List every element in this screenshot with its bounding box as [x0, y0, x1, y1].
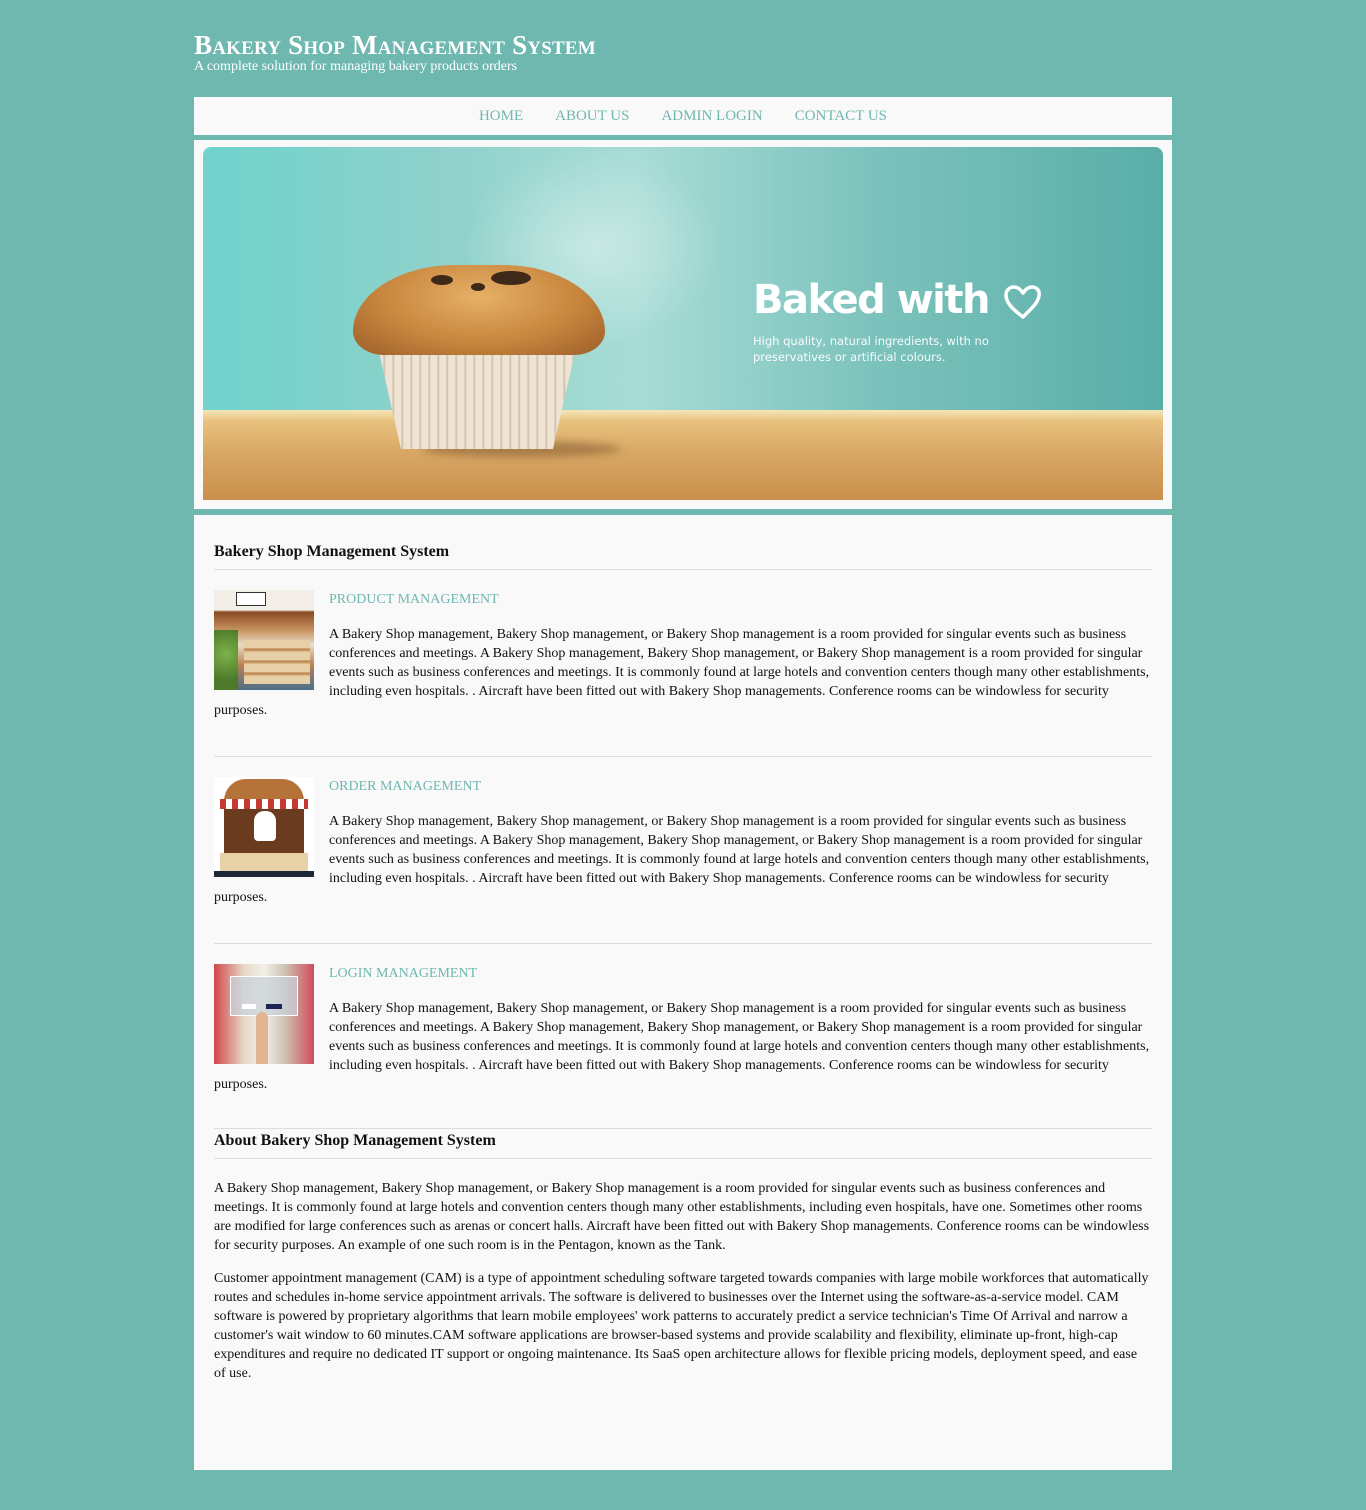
stall-roof — [224, 779, 304, 801]
login-screen-touch-thumbnail — [214, 964, 314, 1064]
main-nav: HOME ABOUT US ADMIN LOGIN CONTACT US — [194, 97, 1172, 135]
display-case — [244, 640, 310, 684]
finger — [256, 1012, 268, 1064]
nav-about-us[interactable]: ABOUT US — [555, 108, 629, 125]
muffin-top — [353, 265, 605, 355]
hero-banner: Baked with High quality, natural ingredi… — [203, 147, 1163, 500]
banner-table-surface — [203, 410, 1163, 500]
site-header: Bakery Shop Management System A complete… — [194, 30, 1172, 75]
virtual-screen — [230, 976, 298, 1016]
bakery-stall-illustration-thumbnail — [214, 777, 314, 877]
feature-title[interactable]: ORDER MANAGEMENT — [214, 779, 1152, 795]
site-title: Bakery Shop Management System — [194, 30, 596, 60]
muffin-cup — [377, 343, 577, 449]
nav-home[interactable]: HOME — [479, 108, 523, 125]
feature-order-management: ORDER MANAGEMENT A Bakery Shop managemen… — [214, 777, 1152, 944]
virtual-button — [266, 1004, 282, 1009]
feature-login-management: LOGIN MANAGEMENT A Bakery Shop managemen… — [214, 964, 1152, 1128]
virtual-button — [242, 1004, 256, 1009]
bakery-shop-interior-thumbnail — [214, 590, 314, 690]
banner-subtext: High quality, natural ingredients, with … — [753, 334, 989, 364]
nav-contact-us[interactable]: CONTACT US — [795, 108, 887, 125]
about-title: About Bakery Shop Management System — [214, 1132, 1152, 1159]
about-paragraph: Customer appointment management (CAM) is… — [214, 1271, 1149, 1381]
stall-counter — [220, 853, 308, 871]
plant — [214, 630, 238, 690]
about-section: About Bakery Shop Management System A Ba… — [214, 1128, 1152, 1383]
heart-outline-icon — [1004, 285, 1042, 319]
chocolate-chip — [491, 271, 531, 285]
feature-title[interactable]: LOGIN MANAGEMENT — [214, 966, 1152, 982]
feature-description: A Bakery Shop management, Bakery Shop ma… — [214, 814, 1150, 905]
about-paragraph: A Bakery Shop management, Bakery Shop ma… — [214, 1181, 1150, 1253]
chef-figure — [254, 811, 276, 841]
section-title: Bakery Shop Management System — [214, 543, 1152, 570]
stall-awning — [220, 799, 308, 809]
banner-text: Baked with High quality, natural ingredi… — [753, 277, 1043, 365]
shop-sign — [236, 592, 266, 606]
site-tagline: A complete solution for managing bakery … — [194, 59, 518, 74]
chocolate-chip — [431, 275, 453, 285]
banner-headline-text: Baked with — [753, 277, 990, 323]
nav-admin-login[interactable]: ADMIN LOGIN — [661, 108, 762, 125]
main-content: Bakery Shop Management System PRODUCT MA… — [194, 515, 1172, 1470]
watermark-bar — [214, 871, 314, 877]
chocolate-chip — [471, 283, 485, 291]
banner-headline: Baked with — [753, 277, 1043, 323]
feature-description: A Bakery Shop management, Bakery Shop ma… — [214, 627, 1150, 718]
feature-title[interactable]: PRODUCT MANAGEMENT — [214, 592, 1152, 608]
feature-description: A Bakery Shop management, Bakery Shop ma… — [214, 1001, 1150, 1092]
feature-product-management: PRODUCT MANAGEMENT A Bakery Shop managem… — [214, 590, 1152, 757]
muffin-image — [351, 265, 621, 457]
banner-container: Baked with High quality, natural ingredi… — [194, 140, 1172, 509]
